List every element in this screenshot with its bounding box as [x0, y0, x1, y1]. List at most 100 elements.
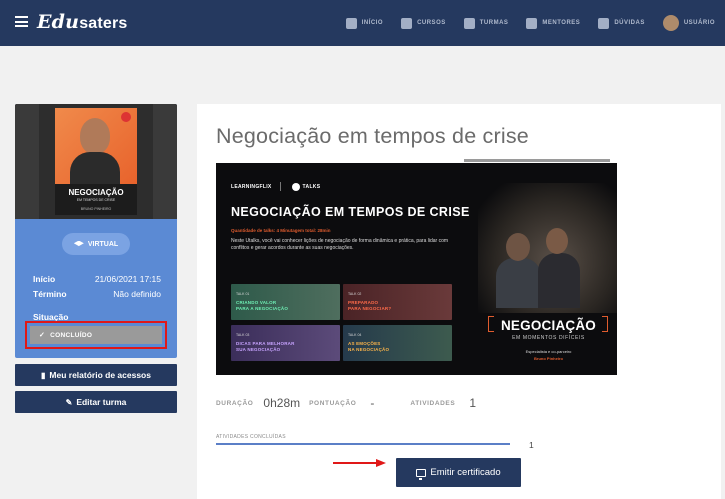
emit-certificate-button[interactable]: Emitir certificado [396, 458, 521, 487]
score-label: PONTUAÇÃO [309, 399, 357, 407]
talk-tile-2: TALK 02 PREPARADO PARA NEGOCIAR? [343, 284, 452, 320]
course-banner: LEARNINGFLIX TALKS NEGOCIAÇÃO EM TEMPOS … [216, 163, 617, 375]
talk-title: PREPARADO PARA NEGOCIAR? [348, 300, 392, 311]
status-value: CONCLUÍDO [50, 331, 93, 339]
top-navbar: Edusaters INÍCIO CURSOS TURMAS MENTORES … [0, 0, 725, 46]
course-info-card: NEGOCIAÇÃO EM TEMPOS DE CRISE BRUNO PINH… [15, 104, 177, 358]
cover-subtitle: EM TEMPOS DE CRISE [76, 198, 116, 202]
talk-label: TALK 02 [348, 292, 362, 296]
home-icon [345, 17, 357, 29]
nav-label: CURSOS [417, 20, 446, 26]
nav-item-duvidas[interactable]: DÚVIDAS [598, 17, 645, 29]
banner-side-expert: Especialista e co-parceiro [525, 349, 572, 354]
banner-info: Quantidade de talks: 4 Minutagem total: … [231, 228, 331, 233]
duration-label: DURAÇÃO [216, 399, 254, 407]
banner-face-right [546, 228, 568, 254]
cover-image: NEGOCIAÇÃO EM TEMPOS DE CRISE BRUNO PINH… [55, 108, 137, 215]
end-row: Término Não definido [33, 289, 161, 299]
bar-chart-icon: ▮ [41, 370, 46, 380]
start-label: Início [33, 274, 56, 284]
annotation-arrow-icon [333, 459, 386, 467]
cover-face [80, 118, 110, 154]
graduation-cap-icon [73, 240, 84, 247]
banner-description: Neste Utalks, você vai conhecer lições d… [231, 238, 449, 251]
banner-side-name: Bruno Pinheiro [534, 356, 563, 361]
banner-side-title: NEGOCIAÇÃO [500, 318, 596, 333]
activities-label: ATIVIDADES [410, 399, 456, 407]
access-report-button[interactable]: ▮ Meu relatório de acessos [15, 364, 177, 386]
course-stats: DURAÇÃO 0h28m PONTUAÇÃO - ATIVIDADES 1 [216, 396, 476, 410]
status-badge: ✓ CONCLUÍDO [30, 326, 162, 344]
banner-title: NEGOCIAÇÃO EM TEMPOS DE CRISE [231, 205, 470, 219]
nav-label: TURMAS [479, 20, 509, 26]
cover-photo [55, 108, 137, 184]
talks-icon [291, 182, 300, 191]
emit-certificate-label: Emitir certificado [430, 467, 501, 478]
nav-item-mentores[interactable]: MENTORES [526, 17, 581, 29]
banner-brand-tag: TALKS [302, 183, 321, 190]
cover-body [70, 152, 120, 184]
access-report-label: Meu relatório de acessos [49, 370, 151, 380]
talk-tile-4: TALK 04 AS EMOÇÕES NA NEGOCIAÇÃO [343, 325, 452, 361]
logo-script: Edu [37, 11, 80, 33]
nav-label: MENTORES [542, 20, 581, 26]
course-main-card: Negociação em tempos de crise LEARNINGFL… [197, 104, 721, 499]
progress-fill [216, 443, 510, 445]
progress-bar [216, 443, 510, 445]
talk-title: AS EMOÇÕES NA NEGOCIAÇÃO [348, 341, 390, 352]
score-value: - [370, 396, 375, 410]
duration-value: 0h28m [263, 396, 301, 410]
banner-face-left [506, 233, 530, 261]
progress-count: 1 [529, 440, 534, 450]
cover-title: NEGOCIAÇÃO [68, 188, 124, 197]
user-avatar [662, 15, 679, 31]
book-icon [401, 17, 413, 29]
nav-label: DÚVIDAS [614, 20, 645, 26]
talk-label: TALK 01 [236, 292, 250, 296]
talk-title: CRIANDO VALOR PARA A NEGOCIAÇÃO [236, 300, 289, 311]
nav-label: USUÁRIO [683, 20, 715, 26]
nav-item-usuario[interactable]: USUÁRIO [662, 15, 715, 31]
mode-label: VIRTUAL [87, 240, 119, 248]
edit-class-label: Editar turma [76, 397, 127, 407]
cover-strip-right [153, 104, 177, 219]
progress-label: ATIVIDADES CONCLUÍDAS [216, 434, 286, 440]
pencil-icon: ✎ [65, 397, 73, 407]
check-icon: ✓ [39, 332, 46, 339]
banner-person-left [496, 258, 541, 308]
nav-label: INÍCIO [361, 20, 384, 26]
nav-item-cursos[interactable]: CURSOS [401, 17, 446, 29]
status-highlight-box: ✓ CONCLUÍDO [25, 321, 167, 349]
nav-menu: INÍCIO CURSOS TURMAS MENTORES DÚVIDAS US… [328, 0, 715, 46]
banner-brand: LEARNINGFLIX TALKS [231, 182, 320, 191]
title-underline [464, 159, 610, 162]
talk-tile-3: TALK 03 DICAS PARA MELHORAR SUA NEGOCIAÇ… [231, 325, 340, 361]
start-value: 21/06/2021 17:15 [94, 274, 161, 284]
banner-brand-name: LEARNINGFLIX [231, 183, 272, 190]
mentor-icon [526, 17, 538, 29]
edit-class-button[interactable]: ✎ Editar turma [15, 391, 177, 413]
course-cover: NEGOCIAÇÃO EM TEMPOS DE CRISE BRUNO PINH… [15, 104, 177, 219]
cover-strip-left [15, 104, 39, 219]
page-title: Negociação em tempos de crise [216, 124, 529, 148]
activities-value: 1 [469, 396, 476, 410]
start-row: Início 21/06/2021 17:15 [33, 274, 161, 284]
nav-item-turmas[interactable]: TURMAS [463, 17, 509, 29]
end-value: Não definido [113, 289, 161, 299]
virtual-mode-badge: VIRTUAL [62, 233, 130, 255]
banner-brand-separator [279, 182, 281, 191]
monitor-icon [416, 468, 427, 480]
talk-label: TALK 03 [236, 333, 250, 337]
brand-logo[interactable]: Edusaters [37, 11, 128, 33]
cover-badge-icon [121, 112, 131, 122]
logo-rest: saters [79, 15, 128, 32]
cover-author: BRUNO PINHEIRO [80, 207, 112, 211]
nav-item-inicio[interactable]: INÍCIO [345, 17, 384, 29]
question-icon [598, 17, 610, 29]
talk-title: DICAS PARA MELHORAR SUA NEGOCIAÇÃO [236, 341, 295, 352]
end-label: Término [33, 289, 67, 299]
talk-tile-1: TALK 01 CRIANDO VALOR PARA A NEGOCIAÇÃO [231, 284, 340, 320]
banner-side-subtitle: EM MOMENTOS DIFÍCEIS [512, 335, 585, 341]
hamburger-menu-icon[interactable] [15, 16, 28, 27]
banner-person-right [538, 253, 580, 308]
